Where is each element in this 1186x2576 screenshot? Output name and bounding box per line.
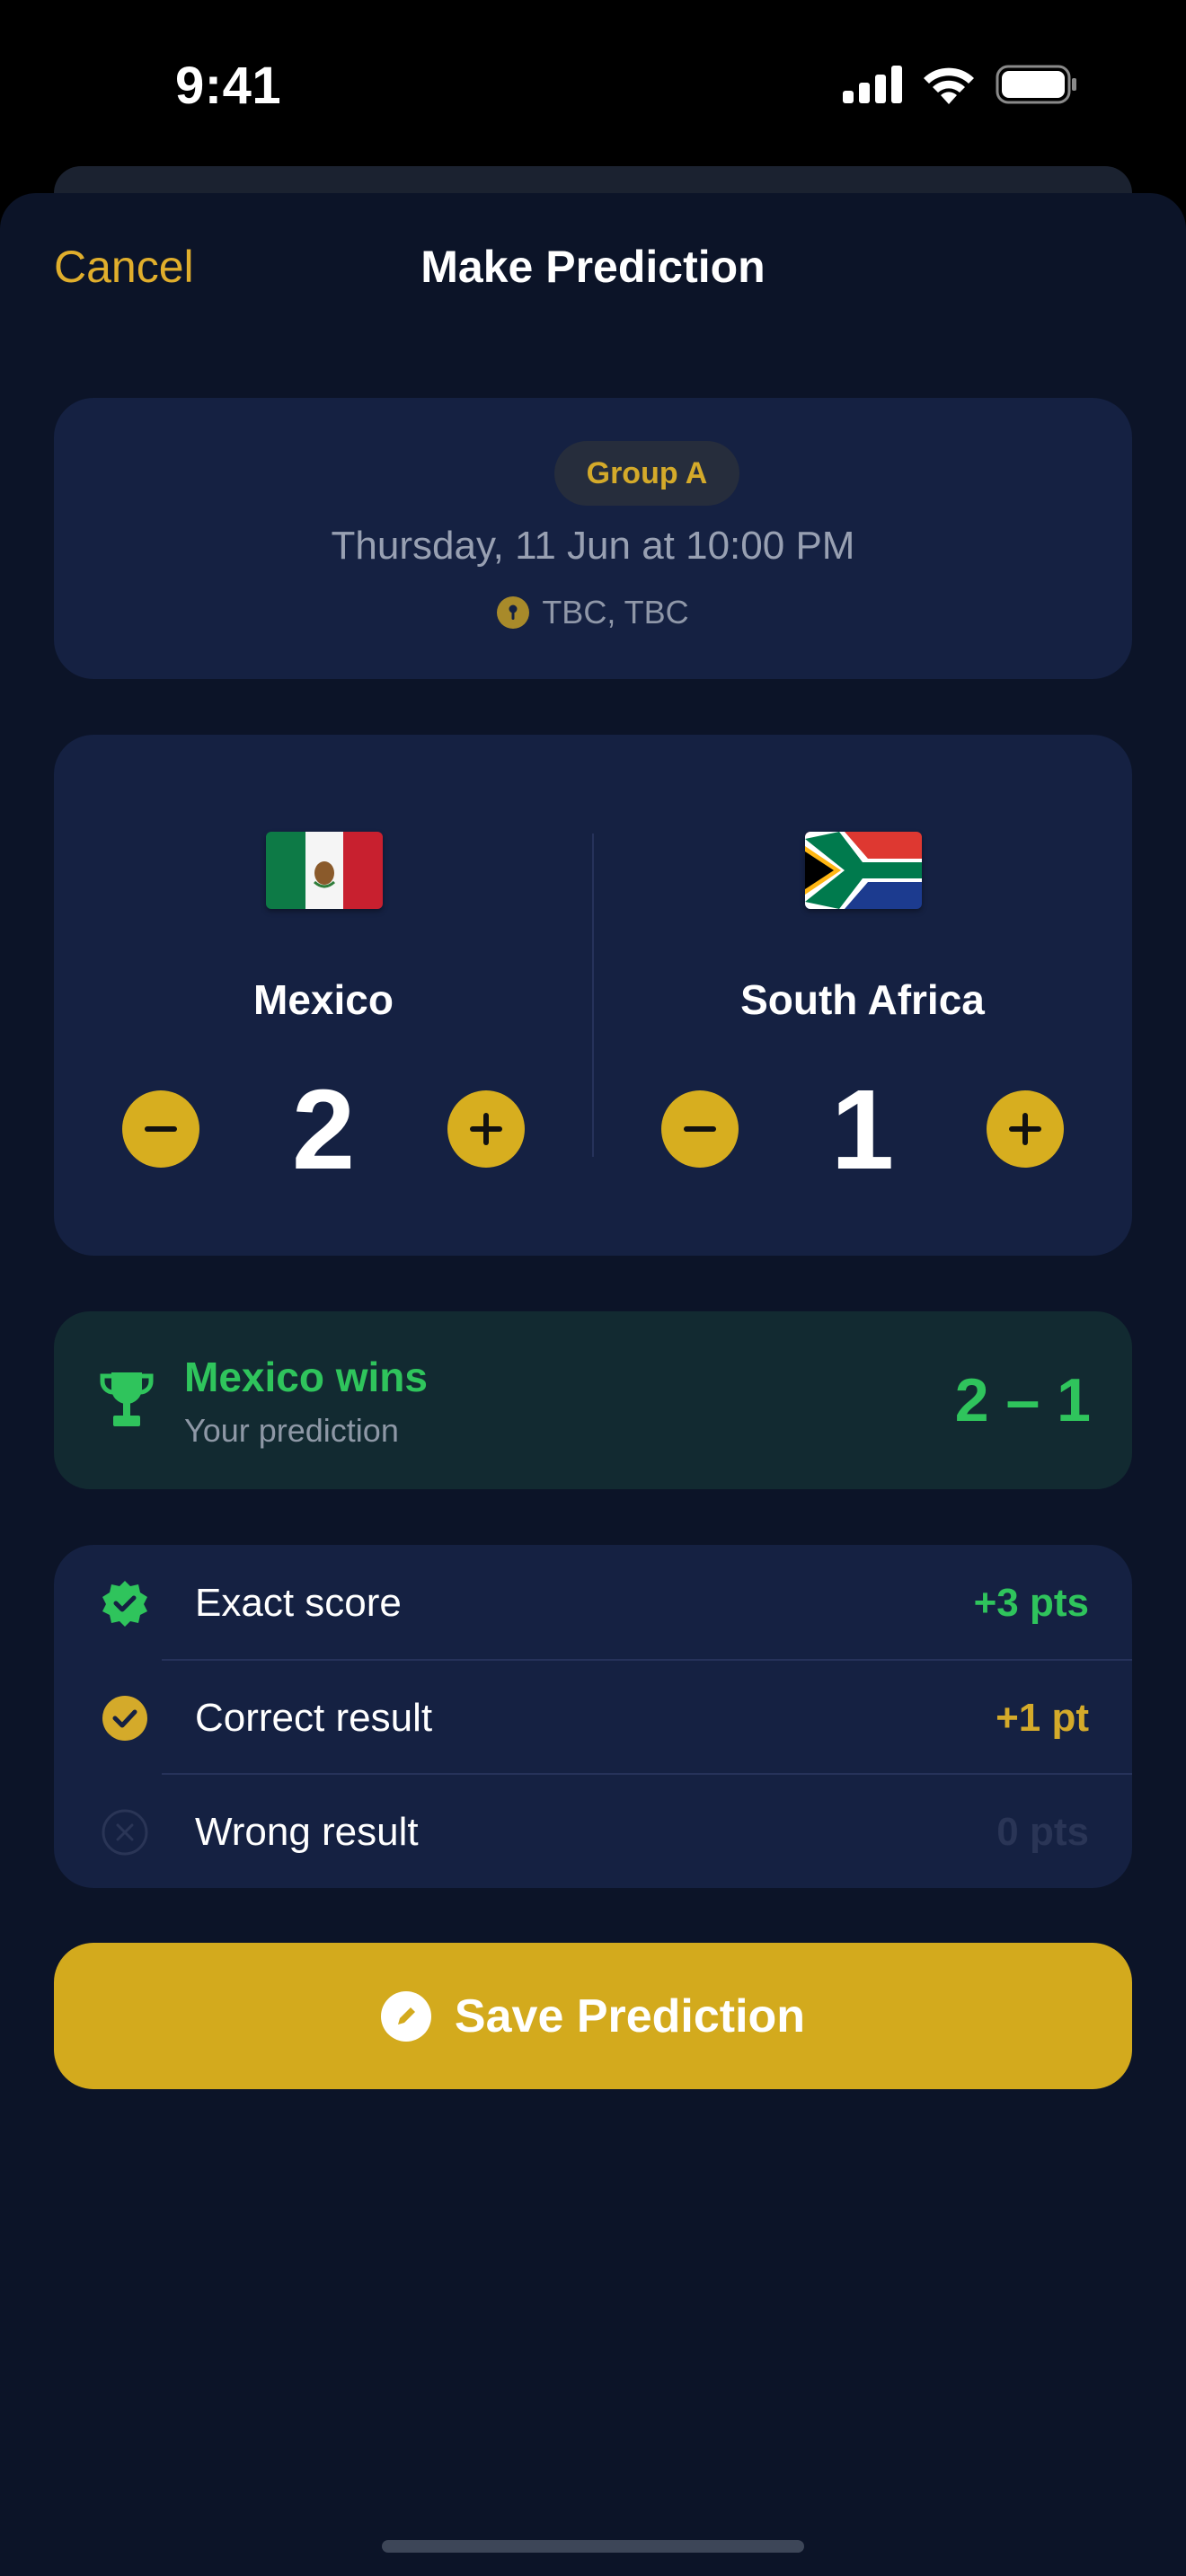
status-time: 9:41 [175, 57, 282, 115]
minus-icon [145, 1126, 177, 1132]
away-increment-button[interactable] [987, 1090, 1064, 1168]
check-badge-icon [102, 1581, 147, 1627]
points-card: Exact score +3 pts Correct result +1 pt … [54, 1545, 1132, 1888]
prediction-score: 2 – 1 [954, 1366, 1091, 1434]
prediction-title: Mexico wins [184, 1354, 428, 1400]
status-bar: 9:41 [0, 0, 1186, 171]
match-info-card: Group A Thursday, 11 Jun at 10:00 PM TBC… [54, 398, 1132, 679]
away-decrement-button[interactable] [661, 1090, 739, 1168]
away-team-name: South Africa [740, 976, 985, 1023]
home-score: 2 [291, 1066, 356, 1193]
venue: TBC, TBC [54, 594, 1132, 631]
group-badge: Group A [554, 441, 739, 506]
plus-icon [470, 1113, 502, 1145]
home-team-name: Mexico [253, 976, 394, 1023]
battery-icon [996, 65, 1076, 104]
check-circle-icon [102, 1696, 147, 1741]
pencil-icon [380, 1990, 431, 2042]
score-card: Mexico 2 South Africa 1 [54, 735, 1132, 1256]
home-increment-button[interactable] [447, 1090, 525, 1168]
points-label: Wrong result [195, 1810, 419, 1854]
status-icons [843, 65, 1078, 104]
plus-icon [1009, 1113, 1041, 1145]
south-africa-flag-icon [805, 832, 922, 909]
page-title: Make Prediction [420, 242, 766, 292]
points-label: Exact score [195, 1581, 402, 1625]
points-row-correct: Correct result +1 pt [54, 1660, 1132, 1775]
minus-icon [684, 1126, 716, 1132]
points-label: Correct result [195, 1696, 433, 1740]
points-row-exact: Exact score +3 pts [54, 1545, 1132, 1660]
save-prediction-button[interactable]: Save Prediction [54, 1943, 1132, 2089]
points-row-wrong: Wrong result 0 pts [54, 1774, 1132, 1889]
home-team: Mexico 2 [54, 735, 593, 1256]
away-team: South Africa 1 [593, 735, 1132, 1256]
wifi-icon [924, 67, 974, 104]
location-pin-icon [497, 596, 530, 629]
home-decrement-button[interactable] [122, 1090, 199, 1168]
match-date: Thursday, 11 Jun at 10:00 PM [331, 524, 855, 568]
points-value: +1 pt [996, 1696, 1089, 1740]
prediction-subtitle: Your prediction [184, 1412, 399, 1449]
cellular-signal-icon [843, 66, 902, 103]
venue-label: TBC, TBC [542, 594, 689, 631]
prediction-summary-card: Mexico wins Your prediction 2 – 1 [54, 1311, 1132, 1489]
x-circle-icon [102, 1809, 148, 1856]
points-value: +3 pts [973, 1581, 1089, 1625]
away-score: 1 [830, 1066, 895, 1193]
points-value: 0 pts [996, 1810, 1089, 1854]
trophy-icon [100, 1372, 154, 1426]
save-prediction-label: Save Prediction [454, 1989, 806, 2042]
mexico-flag-icon [266, 832, 383, 909]
home-indicator[interactable] [382, 2540, 804, 2553]
